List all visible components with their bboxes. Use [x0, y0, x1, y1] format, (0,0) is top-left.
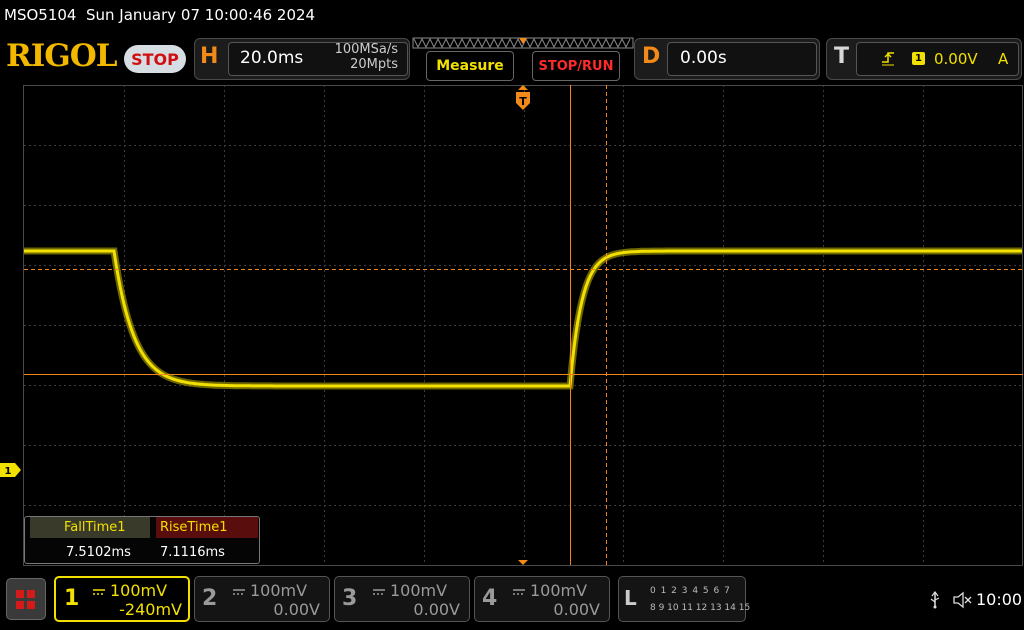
- channel3-scale: 100mV: [390, 581, 448, 600]
- trigger-mode: A: [998, 50, 1009, 68]
- channel3-number: 3: [342, 586, 358, 611]
- run-state-badge[interactable]: STOP: [124, 45, 186, 73]
- dc-coupling-icon: [373, 589, 385, 595]
- trigger-label: T: [834, 44, 850, 69]
- logic-analyzer-label: L: [624, 586, 637, 610]
- waveform-display[interactable]: T 1: [0, 85, 1024, 570]
- acquisition-info: 100MSa/s 20Mpts: [320, 42, 398, 72]
- dc-coupling-icon: [513, 589, 525, 595]
- channel1-trace: [24, 249, 1022, 388]
- status-title: MSO5104 Sun January 07 10:00:46 2024: [4, 6, 315, 24]
- channel2-offset: 0.00V: [273, 600, 320, 619]
- sample-rate: 100MSa/s: [334, 42, 398, 57]
- channel1-marker-label: 1: [5, 466, 12, 477]
- system-clock: 10:00: [976, 590, 1023, 609]
- channel2-scale: 100mV: [250, 581, 308, 600]
- digital-channels-row1: 0 1 2 3 4 5 6 7: [650, 586, 731, 596]
- channel4-scale: 100mV: [530, 581, 588, 600]
- memory-depth: 20Mpts: [350, 57, 398, 72]
- trigger-position-marker[interactable]: T: [516, 92, 530, 110]
- main-menu-button[interactable]: [6, 578, 46, 620]
- dc-coupling-icon: [93, 589, 105, 595]
- delay-value: 0.00s: [680, 48, 727, 68]
- graticule: [24, 85, 1023, 565]
- channel4-offset: 0.00V: [553, 600, 600, 619]
- channel1-ground-marker[interactable]: 1: [0, 463, 21, 477]
- brand-logo: RIGOL: [6, 38, 118, 74]
- fall-time-header: FallTime1: [30, 517, 150, 538]
- rise-time-header: RiseTime1: [156, 517, 258, 538]
- trigger-level: 0.00V: [934, 50, 978, 68]
- channel4-number: 4: [482, 586, 498, 611]
- trigger-channel-badge: 1: [912, 52, 925, 65]
- trigger-marker-label: T: [519, 95, 527, 108]
- horizontal-label: H: [200, 44, 219, 69]
- measure-button[interactable]: Measure: [426, 51, 514, 81]
- channel2-number: 2: [202, 586, 218, 611]
- dc-coupling-icon: [233, 589, 245, 595]
- logic-analyzer-panel[interactable]: [618, 576, 746, 622]
- rising-edge-icon: [882, 52, 894, 66]
- usb-icon: [930, 591, 940, 609]
- channel1-offset: -240mV: [119, 600, 182, 619]
- stop-run-button[interactable]: STOP/RUN: [532, 51, 620, 81]
- channel3-offset: 0.00V: [413, 600, 460, 619]
- timebase-value: 20.0ms: [240, 48, 304, 68]
- fall-time-value: 7.5102ms: [66, 545, 131, 560]
- model-label: MSO5104: [4, 6, 77, 24]
- datetime-label: Sun January 07 10:00:46 2024: [86, 6, 316, 24]
- channel1-number: 1: [64, 586, 80, 611]
- rise-time-value: 7.1116ms: [160, 545, 225, 560]
- delay-label: D: [642, 44, 661, 69]
- graticule-border: [23, 85, 1023, 566]
- speaker-muted-icon[interactable]: [952, 591, 972, 609]
- trigger-bottom-arrow: [518, 560, 528, 565]
- channel1-scale: 100mV: [110, 581, 168, 600]
- memory-position-bar[interactable]: [412, 36, 634, 50]
- grid-menu-icon: [16, 590, 35, 609]
- digital-channels-row2: 8 9 10 11 12 13 14 15: [650, 603, 751, 613]
- channel1-trace-glow: [24, 247, 1022, 390]
